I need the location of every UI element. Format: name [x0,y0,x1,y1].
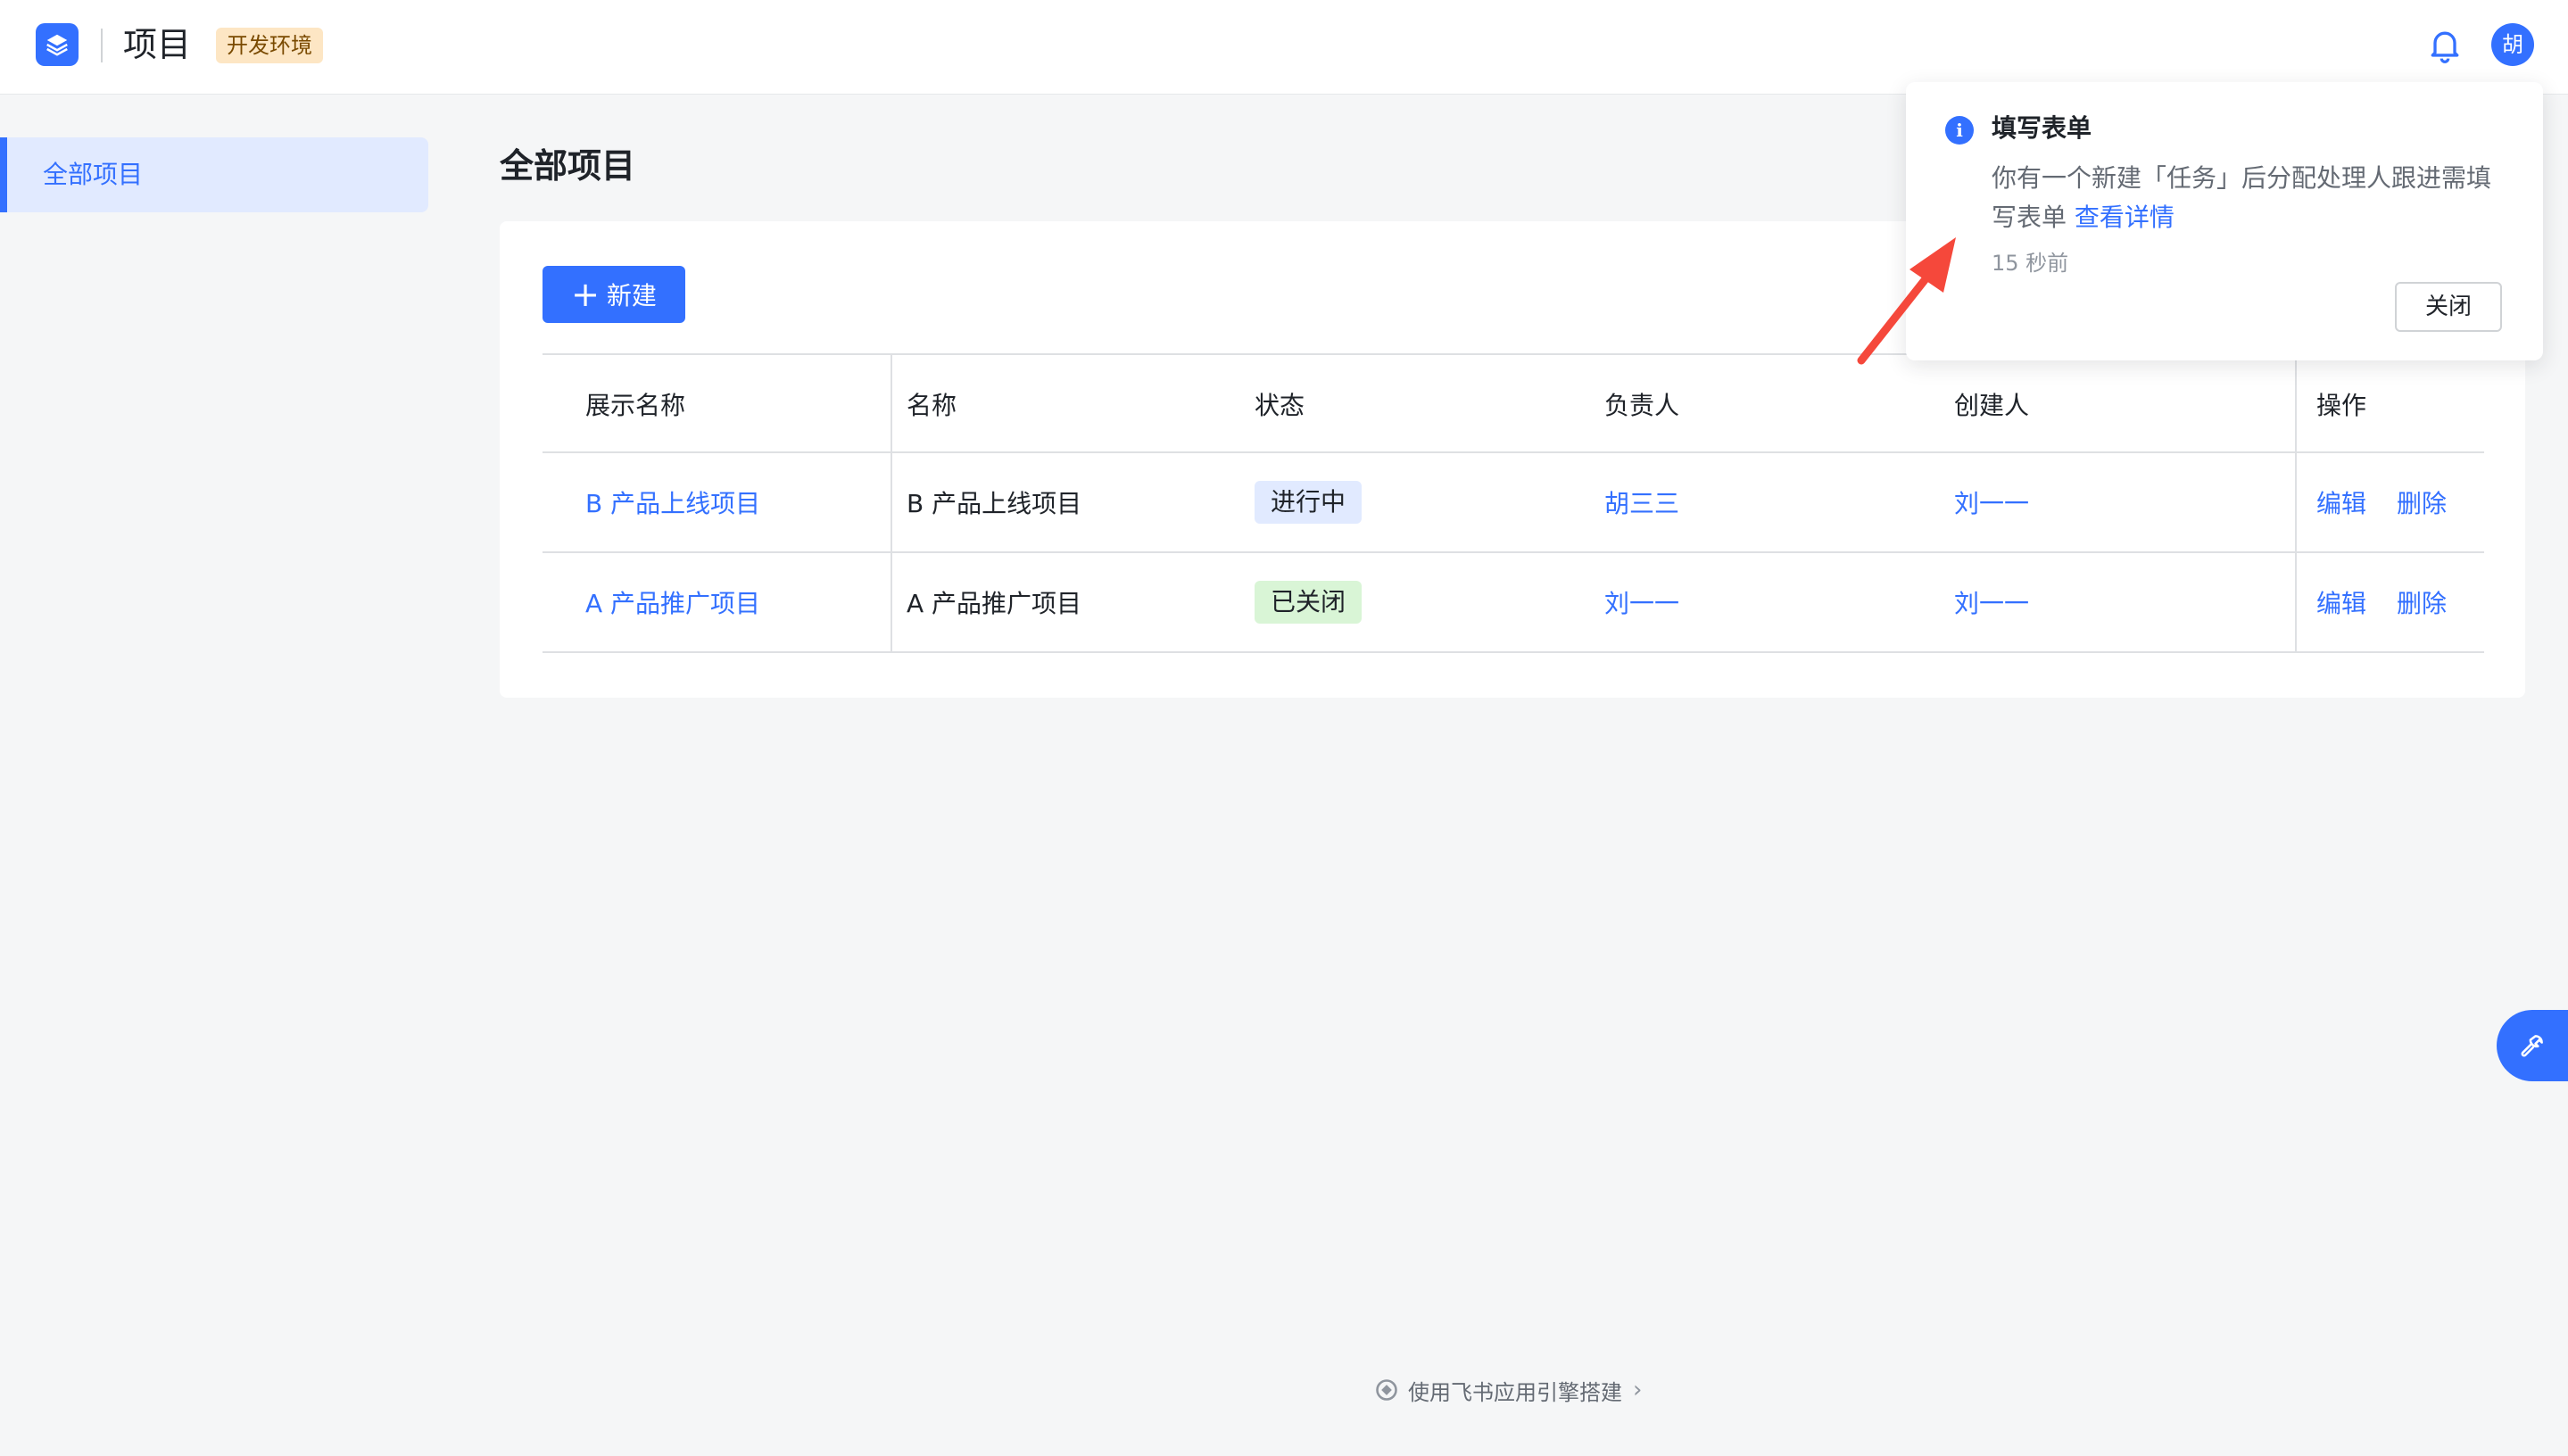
table-row: A 产品推广项目 A 产品推广项目 已关闭 刘一一 刘一一 编辑 删除 [543,553,2484,653]
name-cell: B 产品上线项目 [907,489,1082,518]
delete-link[interactable]: 删除 [2397,553,2447,651]
feishu-logo-icon [1376,1379,1397,1401]
new-project-button[interactable]: + 新建 [543,266,685,323]
sidebar-item-label: 全部项目 [43,160,144,189]
view-details-link[interactable]: 查看详情 [2075,203,2175,232]
owner-link[interactable]: 胡三三 [1604,453,1679,551]
notification-title: 填写表单 [1992,113,2092,143]
chevron-right-icon: › [1633,1377,1643,1403]
floating-tool-button[interactable] [2497,1010,2568,1081]
app-logo[interactable] [36,23,79,66]
new-button-label: 新建 [606,281,657,310]
column-header-owner: 负责人 [1604,391,1680,420]
edit-link[interactable]: 编辑 [2316,453,2366,551]
creator-link[interactable]: 刘一一 [1954,453,2029,551]
app-title: 项目 [123,25,192,64]
top-header: 项目 开发环境 胡 [0,0,2568,95]
display-name-link[interactable]: A 产品推广项目 [585,553,760,651]
table-header-row: 展示名称 名称 状态 负责人 创建人 操作 [543,355,2484,453]
tool-icon [2521,1035,2543,1057]
edit-link[interactable]: 编辑 [2316,553,2366,651]
layers-icon [46,34,68,56]
column-header-name: 名称 [907,391,957,420]
column-divider [2295,355,2297,653]
delete-link[interactable]: 删除 [2397,453,2447,551]
notification-body: 你有一个新建「任务」后分配处理人跟进需填写表单 查看详情 [1992,159,2509,237]
creator-link[interactable]: 刘一一 [1954,553,2029,651]
owner-link[interactable]: 刘一一 [1604,553,1679,651]
bell-icon[interactable] [2425,25,2464,64]
notification-time: 15 秒前 [1992,251,2069,276]
footer-text: 使用飞书应用引擎搭建 [1408,1379,1622,1405]
close-button[interactable]: 关闭 [2395,282,2502,332]
status-cell: 已关闭 [1255,553,1363,651]
footer-powered-by[interactable]: 使用飞书应用引擎搭建 › [1374,1372,1642,1408]
column-header-status: 状态 [1255,391,1305,420]
table-row: B 产品上线项目 B 产品上线项目 进行中 胡三三 刘一一 编辑 删除 [543,453,2484,553]
column-header-actions: 操作 [2316,391,2367,420]
plus-icon: + [571,275,600,314]
status-badge: 已关闭 [1255,581,1363,624]
display-name-link[interactable]: B 产品上线项目 [585,453,760,551]
column-header-creator: 创建人 [1954,391,2030,420]
name-cell: A 产品推广项目 [907,589,1082,618]
status-badge: 进行中 [1255,481,1363,524]
sidebar-item-all-projects[interactable]: 全部项目 [0,137,428,212]
notification-message: 你有一个新建「任务」后分配处理人跟进需填写表单 [1992,163,2492,232]
notification-popup: i 填写表单 你有一个新建「任务」后分配处理人跟进需填写表单 查看详情 15 秒… [1906,82,2543,360]
column-header-display-name: 展示名称 [585,391,686,420]
user-avatar[interactable]: 胡 [2491,23,2534,66]
page-title: 全部项目 [500,146,636,186]
info-icon: i [1945,116,1974,145]
env-badge: 开发环境 [216,28,323,63]
column-divider [891,355,892,653]
project-table: 展示名称 名称 状态 负责人 创建人 操作 B 产品上线项目 B 产品上线项目 … [543,353,2484,653]
status-cell: 进行中 [1255,453,1363,551]
header-divider [101,29,103,62]
